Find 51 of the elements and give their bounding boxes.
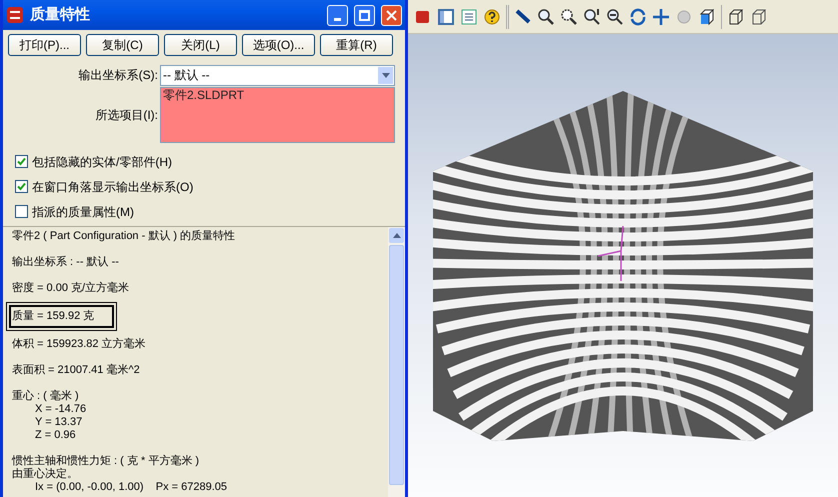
scroll-up-icon[interactable] — [389, 228, 404, 243]
scroll-thumb[interactable] — [389, 245, 404, 485]
rotate-icon[interactable] — [629, 8, 647, 26]
result-text: 重心 : ( 毫米 ) — [12, 390, 80, 403]
selection-list[interactable]: 零件2.SLDPRT — [160, 87, 395, 143]
coordinate-dropdown[interactable]: -- 默认 -- — [160, 64, 395, 86]
dialog-button[interactable]: 重算(R) — [320, 34, 393, 56]
minimize-button[interactable] — [327, 4, 348, 26]
dialog-button[interactable]: 选项(O)... — [242, 34, 315, 56]
checkmark-icon — [17, 182, 26, 191]
dialog-button[interactable]: 关闭(L) — [164, 34, 237, 56]
result-text: 表面积 = 21007.41 毫米^2 — [12, 364, 140, 377]
zoom-area-icon[interactable] — [560, 8, 578, 26]
app-logo-icon — [6, 6, 24, 24]
checkbox[interactable] — [15, 180, 28, 193]
checkbox[interactable] — [15, 155, 28, 168]
checkbox-label: 包括隐藏的实体/零部件(H) — [32, 154, 172, 170]
dialog-button[interactable]: 打印(P)... — [8, 34, 81, 56]
result-text: 密度 = 0.00 克/立方毫米 — [12, 282, 130, 295]
checkbox-label: 在窗口角落显示输出坐标系(O) — [32, 178, 194, 196]
list-icon[interactable] — [460, 8, 478, 26]
result-text: Z = 0.96 — [34, 429, 77, 442]
close-icon — [386, 10, 397, 20]
cube-view-icon[interactable] — [698, 8, 716, 26]
result-text: Ix = (0.00, -0.00, 1.00) Px = 67289.05 — [34, 481, 228, 494]
result-text: 输出坐标系 : -- 默认 -- — [12, 256, 119, 269]
zoom-out-icon[interactable] — [606, 8, 624, 26]
field-label: 输出坐标系(S): — [78, 67, 159, 84]
result-text: Y = 13.37 — [34, 416, 84, 429]
window-title: 质量特性 — [30, 4, 91, 25]
result-text: 由重心决定。 — [12, 468, 79, 481]
maximize-button[interactable] — [354, 4, 375, 26]
zoom-icon[interactable] — [537, 8, 555, 26]
result-text: 零件2 ( Part Configuration - 默认 ) 的质量特性 — [12, 230, 236, 243]
pan-icon[interactable] — [652, 8, 670, 26]
checkbox-label: 指派的质量属性(M) — [32, 204, 134, 220]
checkbox[interactable] — [15, 205, 28, 218]
result-text: 体积 = 159923.82 立方毫米 — [12, 338, 146, 351]
checkmark-icon — [17, 157, 26, 166]
close-button[interactable] — [381, 4, 402, 26]
result-text: 质量 = 159.92 克 — [12, 310, 94, 323]
dialog-button[interactable]: 复制(C) — [86, 34, 159, 56]
result-text: X = -14.76 — [34, 403, 86, 416]
hidden-lines-icon[interactable] — [750, 8, 768, 26]
field-label: 所选项目(I): — [94, 107, 159, 124]
wireframe-icon[interactable] — [727, 8, 745, 26]
help-icon[interactable] — [483, 8, 501, 26]
zoom-in-out-icon[interactable] — [583, 8, 601, 26]
panel-icon[interactable] — [437, 8, 455, 26]
result-text: 惯性主轴和惯性力矩 : ( 克 * 平方毫米 ) — [12, 455, 200, 468]
selection-item[interactable]: 零件2.SLDPRT — [163, 88, 392, 103]
